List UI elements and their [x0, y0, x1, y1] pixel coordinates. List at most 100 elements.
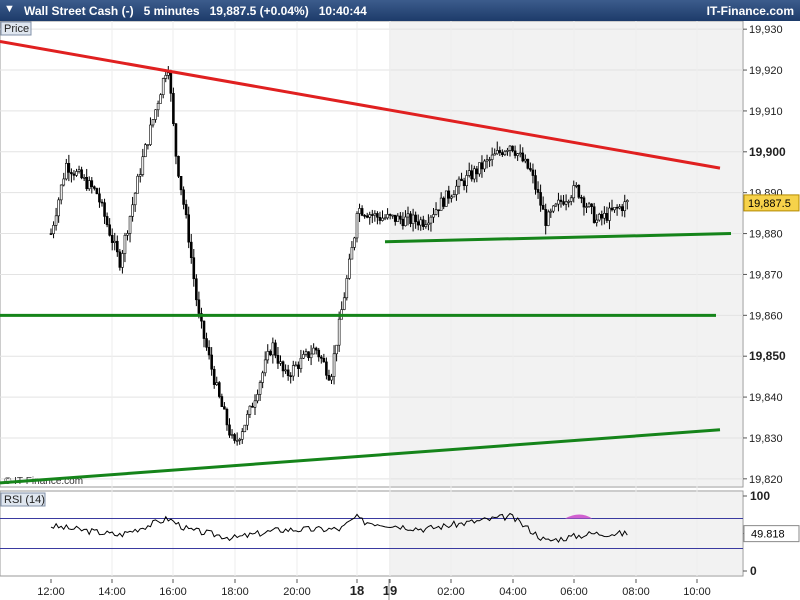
candle-up	[595, 219, 599, 223]
candle-down	[103, 202, 106, 217]
candle-up	[312, 347, 315, 355]
candle-down	[192, 257, 196, 280]
candle-up	[235, 440, 239, 442]
candle-down	[615, 206, 619, 209]
candle-down	[511, 145, 514, 152]
candle-up	[478, 162, 481, 175]
triangle-down-icon[interactable]: ▼	[4, 3, 15, 15]
candle-down	[286, 369, 290, 376]
candle-up	[455, 185, 458, 195]
timeframe: 5 minutes	[143, 4, 200, 18]
candle-up	[141, 156, 145, 175]
candle-up	[238, 439, 241, 441]
candle-up	[87, 180, 91, 190]
candle-up	[625, 200, 629, 203]
candle-down	[393, 214, 397, 222]
candle-up	[432, 214, 435, 218]
candle-down	[370, 214, 374, 216]
candle-up	[495, 150, 499, 155]
y-tick-label: 19,840	[749, 392, 783, 404]
candle-up	[411, 214, 415, 224]
candle-up	[126, 233, 129, 236]
x-tick-label: 04:00	[499, 586, 527, 598]
candle-up	[62, 178, 66, 186]
y-tick-label: 19,900	[749, 145, 786, 159]
y-tick-label: 19,860	[749, 310, 783, 322]
candle-up	[623, 201, 627, 212]
candle-down	[442, 197, 446, 207]
candle-up	[597, 214, 601, 221]
candle-down	[360, 208, 364, 216]
candle-down	[416, 221, 420, 226]
candle-down	[539, 192, 542, 206]
candle-up	[391, 214, 395, 217]
candle-down	[177, 155, 180, 177]
candle-up	[406, 213, 410, 218]
candle-down	[197, 299, 201, 314]
candle-down	[210, 354, 213, 370]
candle-down	[281, 361, 285, 372]
candle-up	[518, 152, 522, 155]
candle-up	[457, 178, 461, 187]
candle-up	[373, 213, 377, 216]
candle-down	[314, 347, 318, 351]
candle-down	[462, 180, 466, 187]
candle-up	[348, 258, 351, 279]
candle-up	[549, 210, 553, 213]
candle-down	[228, 424, 231, 436]
candle-down	[49, 233, 53, 235]
candle-up	[490, 154, 494, 160]
candle-up	[248, 405, 252, 415]
price-chart[interactable]: 19,820 19,830 19,840 19,850 19,860 19,870 19,8…	[0, 21, 800, 600]
y-tick-label: 19,880	[749, 229, 783, 241]
candle-down	[268, 351, 272, 356]
x-tick-label: 10:00	[683, 586, 711, 598]
candle-down	[105, 216, 109, 226]
candle-down	[475, 168, 479, 175]
candle-down	[85, 176, 88, 190]
candle-down	[536, 189, 540, 193]
candle-up	[429, 216, 433, 224]
candle-up	[65, 163, 68, 180]
chart-header: ▼ Wall Street Cash (-) 5 minutes 19,887.…	[0, 0, 800, 21]
candle-up	[156, 102, 160, 111]
candle-down	[421, 219, 425, 227]
candle-up	[149, 124, 152, 145]
candle-up	[337, 318, 341, 346]
y-tick-label: 19,850	[749, 349, 786, 363]
candle-down	[541, 204, 545, 210]
candle-up	[587, 203, 591, 207]
candle-up	[564, 201, 568, 205]
candle-down	[559, 199, 563, 202]
candle-up	[167, 72, 170, 76]
candle-up	[574, 185, 578, 187]
x-tick-label: 20:00	[283, 586, 311, 598]
candle-down	[174, 123, 178, 157]
candle-up	[396, 215, 400, 222]
x-tick-label: 19	[383, 583, 397, 598]
candle-up	[240, 431, 244, 440]
candle-up	[345, 278, 349, 299]
candle-up	[302, 354, 305, 359]
candle-down	[365, 215, 369, 218]
candle-down	[179, 175, 183, 191]
candle-up	[284, 369, 287, 372]
candle-up	[465, 175, 468, 187]
candle-up	[569, 197, 573, 202]
candle-down	[289, 375, 293, 377]
last-price-label: 19,887.5	[748, 198, 791, 210]
candle-up	[355, 213, 359, 239]
rsi-session-shade	[389, 492, 742, 575]
candle-down	[184, 204, 188, 216]
y-tick-label: 19,920	[749, 65, 783, 77]
candle-down	[110, 235, 114, 243]
candle-down	[378, 216, 382, 221]
candle-down	[225, 408, 229, 426]
candle-down	[544, 209, 548, 226]
candle-up	[151, 119, 155, 126]
candle-up	[121, 253, 124, 268]
candle-down	[513, 150, 517, 156]
candle-down	[90, 180, 94, 187]
candle-down	[189, 241, 193, 259]
candle-down	[376, 213, 379, 218]
